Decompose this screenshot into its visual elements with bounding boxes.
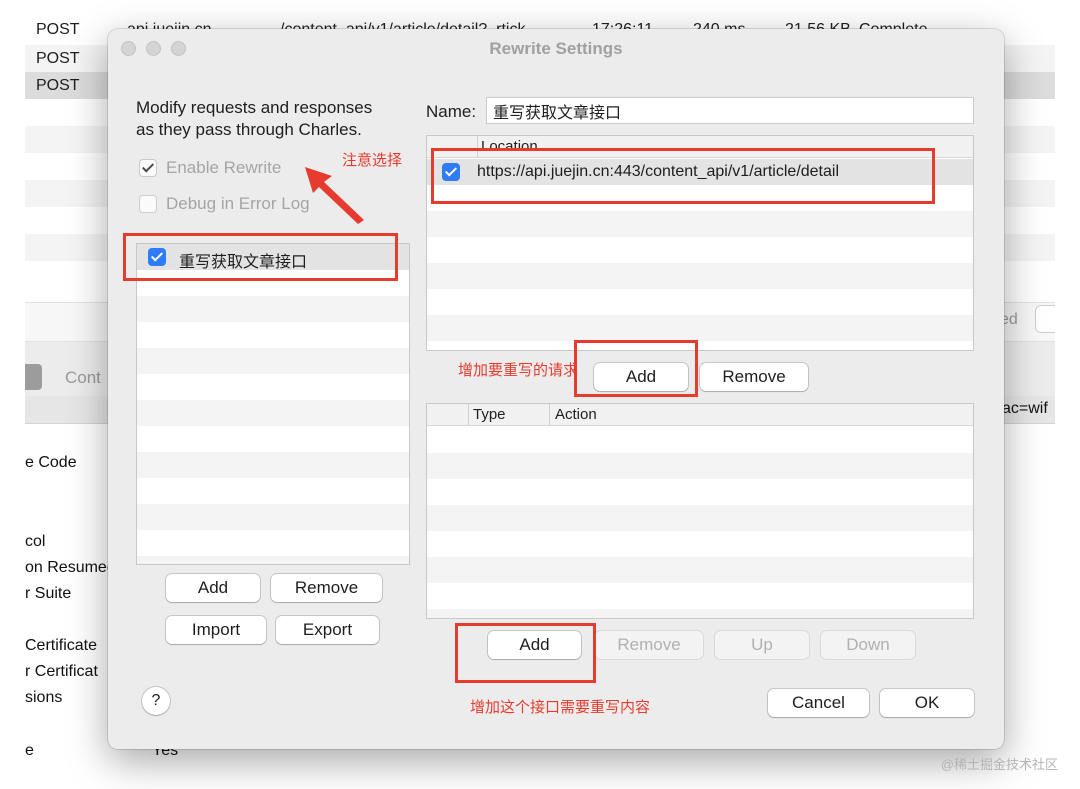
name-input[interactable] (486, 97, 974, 124)
method-cell: POST (36, 50, 80, 67)
tab-contents[interactable]: Cont (65, 368, 101, 388)
rules-header: Type Action (427, 404, 973, 426)
detail-label: e Code (25, 454, 77, 471)
remove-set-button[interactable]: Remove (271, 574, 382, 602)
detail-label: Certificate (25, 637, 98, 654)
detail-label: sions (25, 689, 63, 706)
name-label: Name: (426, 102, 477, 121)
action-column-header[interactable]: Action (555, 406, 597, 423)
title-bar: Rewrite Settings (108, 29, 1004, 69)
annotation-add-content-note: 增加这个接口需要重写内容 (470, 699, 651, 716)
annotation-box-set (123, 233, 398, 281)
annotation-box-add-rule (455, 623, 596, 683)
remove-rule-button[interactable]: Remove (595, 631, 703, 659)
annotation-arrow-icon (305, 167, 364, 224)
annotation-box-location (431, 148, 935, 204)
tab-overview[interactable] (25, 364, 42, 390)
rules-table[interactable]: Type Action (426, 403, 974, 619)
import-button[interactable]: Import (166, 616, 266, 644)
filter-input[interactable] (1035, 305, 1055, 333)
method-cell: POST (36, 22, 80, 38)
dialog-title: Rewrite Settings (489, 39, 623, 58)
detail-label: r Certificat (25, 663, 98, 680)
header-fragment: ac=wif (1002, 400, 1048, 417)
detail-label: col (25, 533, 46, 550)
move-down-button[interactable]: Down (821, 631, 915, 659)
enable-rewrite-checkbox[interactable] (139, 159, 157, 177)
type-column-header[interactable]: Type (473, 406, 506, 423)
description-line: as they pass through Charles. (136, 120, 362, 139)
add-set-button[interactable]: Add (166, 574, 260, 602)
detail-label: on Resumed (25, 559, 116, 576)
method-cell: POST (36, 77, 80, 94)
annotation-add-request-note: 增加要重写的请求 (458, 362, 579, 379)
debug-label: Debug in Error Log (166, 194, 310, 213)
move-up-button[interactable]: Up (715, 631, 809, 659)
export-button[interactable]: Export (276, 616, 379, 644)
annotation-box-add-location (574, 340, 698, 397)
remove-location-button[interactable]: Remove (700, 363, 808, 391)
rewrite-sets-list[interactable]: 重写获取文章接口 (136, 243, 410, 565)
detail-label: e (25, 742, 34, 759)
cancel-button[interactable]: Cancel (768, 689, 869, 717)
ok-button[interactable]: OK (880, 689, 974, 717)
enable-rewrite-label: Enable Rewrite (166, 158, 282, 177)
debug-checkbox[interactable] (139, 195, 157, 213)
description-line: Modify requests and responses (136, 98, 373, 117)
watermark: @稀土掘金技术社区 (940, 757, 1058, 772)
help-button[interactable]: ? (142, 687, 170, 715)
detail-label: r Suite (25, 585, 72, 602)
